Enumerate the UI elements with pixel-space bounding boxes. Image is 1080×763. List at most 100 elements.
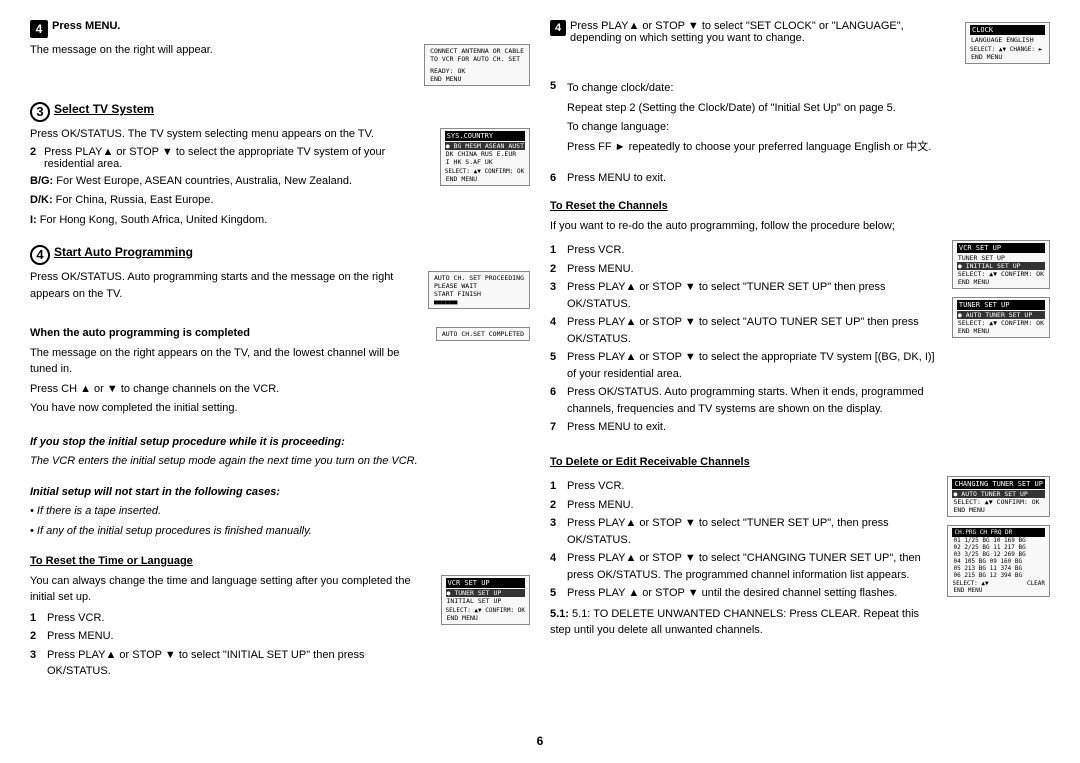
rc-step1-text: Press VCR. <box>567 242 624 259</box>
changing-tuner-screen: CHANGING TUNER SET UP ● AUTO TUNER SET U… <box>947 476 1050 517</box>
sys-row2: DK CHINA RUS E.EUR <box>445 150 525 158</box>
step4-press-menu: 4 Press MENU. The message on the right w… <box>30 20 530 88</box>
tuner-setup-row1: ● AUTO TUNER SET UP <box>957 311 1045 319</box>
reset-time-steps: 1 Press VCR. 2 Press MENU. 3 Press PLAY▲… <box>30 610 431 680</box>
initial-bullet2: • If any of the initial setup procedures… <box>30 523 530 540</box>
step4-appear-text: The message on the right will appear. <box>30 42 414 59</box>
vcr-setup-footer: SELECT: ▲▼ CONFIRM: OK <box>446 607 525 614</box>
reset-time-text: You can always change the time and langu… <box>30 573 431 606</box>
del-step2: 2 Press MENU. <box>550 497 937 514</box>
changing-tuner-end: END MENU <box>952 506 1045 514</box>
manual-page: 4 Press MENU. The message on the right w… <box>0 0 1080 763</box>
rc-step4: 4 Press PLAY▲ or STOP ▼ to select "AUTO … <box>550 314 942 347</box>
rc-step2-text: Press MENU. <box>567 261 634 278</box>
i-label: I: <box>30 214 37 226</box>
clock-lang-screen: CLOCK LANGUAGE ENGLISH SELECT: ▲▼ CHANGE… <box>965 22 1050 64</box>
vcr-setup-end: END MENU <box>446 614 525 622</box>
step3-select-tv: 3 Select TV System Press OK/STATUS. The … <box>30 102 530 231</box>
reset-step3: 3 Press PLAY▲ or STOP ▼ to select "INITI… <box>30 647 431 680</box>
sys-select: SELECT: ▲▼ CONFIRM: OK <box>445 168 524 175</box>
auto-ch-completed-screen: AUTO CH.SET COMPLETED <box>436 327 530 341</box>
reset-step2: 2 Press MENU. <box>30 628 431 645</box>
screen-line4: END MENU <box>429 75 525 83</box>
select-tv-title: Select TV System <box>54 102 154 116</box>
vcr-setup2-select: SELECT: ▲▼ CONFIRM: OK <box>957 270 1045 278</box>
rc-step6: 6 Press OK/STATUS. Auto programming star… <box>550 384 942 417</box>
auto-ch-line3: START FINISH <box>433 290 525 298</box>
when-completed: When the auto programming is completed T… <box>30 325 530 420</box>
bg-text: B/G: For West Europe, ASEAN countries, A… <box>30 173 430 190</box>
ch-list-row0: 01 1/25 BG 10 169 BG <box>952 537 1045 544</box>
step4-right-label: 4 <box>550 20 566 36</box>
del-step2-num: 2 <box>550 497 564 514</box>
delete-steps: 1 Press VCR. 2 Press MENU. 3 Press PLAY▲… <box>550 478 937 602</box>
screen-line1: CONNECT ANTENNA OR CABLE <box>429 47 525 55</box>
auto-prog-title: Start Auto Programming <box>54 245 193 259</box>
when-completed-text3: You have now completed the initial setti… <box>30 400 426 417</box>
ch-list-row5: 06 215 BG 12 394 BG <box>952 572 1045 579</box>
rc-step1: 1 Press VCR. <box>550 242 942 259</box>
changing-tuner-row1: ● AUTO TUNER SET UP <box>952 490 1045 498</box>
auto-completed-line1: AUTO CH.SET COMPLETED <box>441 330 525 338</box>
ch-list-row2: 03 3/25 BG 12 269 BG <box>952 551 1045 558</box>
delete-channels-section: To Delete or Edit Receivable Channels 1 … <box>550 454 1050 642</box>
i-text: I: For Hong Kong, South Africa, United K… <box>30 212 430 229</box>
when-completed-text2: Press CH ▲ or ▼ to change channels on th… <box>30 381 426 398</box>
i-desc: For Hong Kong, South Africa, United King… <box>40 214 267 226</box>
changing-tuner-select: SELECT: ▲▼ CONFIRM: OK <box>952 498 1045 506</box>
del-step5: 5 Press PLAY ▲ or STOP ▼ until the desir… <box>550 585 937 602</box>
step4-auto-prog: 4 Start Auto Programming Press OK/STATUS… <box>30 245 530 311</box>
reset-step2-num: 2 <box>30 628 44 645</box>
clock-end: END MENU <box>970 53 1045 61</box>
tuner-setup-select: SELECT: ▲▼ CONFIRM: OK <box>957 319 1045 327</box>
vcr-setup2-screen: VCR SET UP TUNER SET UP ● INITIAL SET UP… <box>952 240 1050 289</box>
step4-right: 4 Press PLAY▲ or STOP ▼ to select "SET C… <box>550 20 1050 66</box>
if-stop-section: If you stop the initial setup procedure … <box>30 434 530 470</box>
reset-channels-intro: If you want to re-do the auto programmin… <box>550 218 1050 235</box>
vcr-setup-title: VCR SET UP <box>446 578 525 588</box>
ch-list-end: END MENU <box>952 587 1045 594</box>
vcr-setup2-row2: ● INITIAL SET UP <box>957 262 1045 270</box>
screen-line3: READY: OK <box>429 67 525 75</box>
rc-step4-text: Press PLAY▲ or STOP ▼ to select "AUTO TU… <box>567 314 942 347</box>
dk-label: D/K: <box>30 194 53 206</box>
bg-label: B/G: <box>30 175 53 187</box>
step5-lang-title: To change language: <box>567 119 931 136</box>
del-step5-num: 5 <box>550 585 564 602</box>
channel-list-screen: CH.PRG CH FRQ DR 01 1/25 BG 10 169 BG 02… <box>947 525 1050 597</box>
when-completed-title: When the auto programming is completed <box>30 325 426 342</box>
del-step5-text: Press PLAY ▲ or STOP ▼ until the desired… <box>567 585 897 602</box>
rc-step3: 3 Press PLAY▲ or STOP ▼ to select "TUNER… <box>550 279 942 312</box>
rc-step5: 5 Press PLAY▲ or STOP ▼ to select the ap… <box>550 349 942 382</box>
step4-right-text: Press PLAY▲ or STOP ▼ to select "SET CLO… <box>570 20 955 44</box>
initial-bullet1: • If there is a tape inserted. <box>30 503 530 520</box>
rc-step3-text: Press PLAY▲ or STOP ▼ to select "TUNER S… <box>567 279 942 312</box>
clock-footer: SELECT: ▲▼ CHANGE: ► <box>970 46 1045 53</box>
step6-label: 6 <box>550 172 564 184</box>
reset-step1-num: 1 <box>30 610 44 627</box>
rc-step2: 2 Press MENU. <box>550 261 942 278</box>
del-step4-text: Press PLAY▲ or STOP ▼ to select "CHANGIN… <box>567 550 937 583</box>
auto-ch-line2: PLEASE WAIT <box>433 282 525 290</box>
rc-step7-text: Press MENU to exit. <box>567 419 666 436</box>
del-step4-num: 4 <box>550 550 564 567</box>
ch-list-row1: 02 2/25 BG 11 217 BG <box>952 544 1045 551</box>
sys-row3: I HK S.AF UK <box>445 158 525 166</box>
sys-country-screen: SYS.COUNTRY ● BG MESM ASEAN AUST DK CHIN… <box>440 128 530 186</box>
rc-step6-text: Press OK/STATUS. Auto programming starts… <box>567 384 942 417</box>
dk-text: D/K: For China, Russia, East Europe. <box>30 192 430 209</box>
rc-step2-num: 2 <box>550 261 564 278</box>
screen-line2: TO VCR FOR AUTO CH. SET <box>429 55 525 63</box>
rc-step6-num: 6 <box>550 384 564 401</box>
step5-title: To change clock/date: <box>567 80 931 97</box>
del-step51-label: 5.1: <box>550 608 572 620</box>
rc-step3-num: 3 <box>550 279 564 296</box>
step6-section: 6 Press MENU to exit. <box>550 172 1050 184</box>
del-step3: 3 Press PLAY▲ or STOP ▼ to select "TUNER… <box>550 515 937 548</box>
bg-desc: For West Europe, ASEAN countries, Austra… <box>56 175 352 187</box>
connect-antenna-screen: CONNECT ANTENNA OR CABLE TO VCR FOR AUTO… <box>424 44 530 86</box>
page-number: 6 <box>537 734 544 748</box>
del-step3-num: 3 <box>550 515 564 532</box>
vcr-setup-row2: INITIAL SET UP <box>446 597 525 605</box>
step3-line1: Press OK/STATUS. The TV system selecting… <box>30 126 430 143</box>
